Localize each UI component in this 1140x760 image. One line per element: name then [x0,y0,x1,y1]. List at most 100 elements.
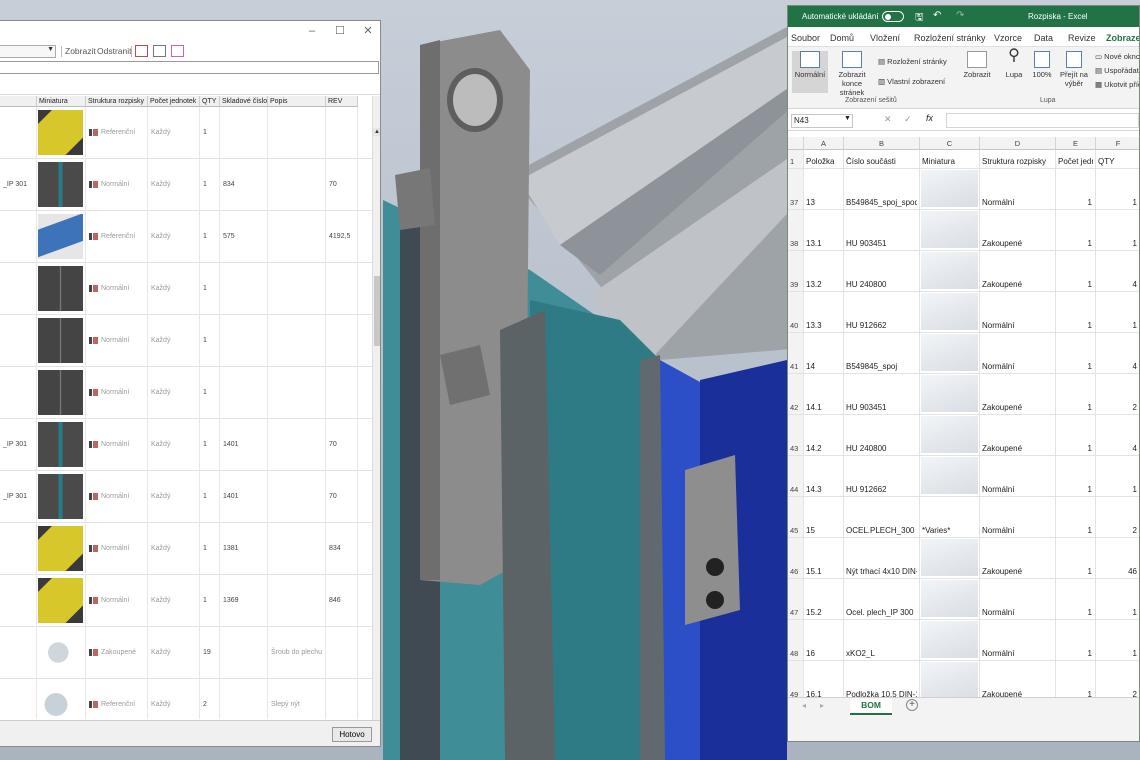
structure-cell[interactable]: Normální [86,159,148,211]
cell-a[interactable]: 13.1 [804,210,844,250]
tab-rozlozeni-stranky[interactable]: Rozložení stránky [914,33,986,43]
rev-cell[interactable]: 846 [326,575,358,627]
qty-cell[interactable]: 1 [200,575,220,627]
table-row[interactable]: Normální Každý 1 [0,315,376,367]
stock-cell[interactable]: 1369 [220,575,268,627]
column-header-f[interactable]: F [1096,137,1139,150]
units-cell[interactable]: Každý [148,107,200,159]
prev-sheet-icon[interactable]: ◂ [802,701,806,710]
cell-d[interactable]: Zakoupené [980,210,1056,250]
cell-c[interactable] [920,661,980,701]
desc-cell[interactable] [268,419,326,471]
table-icon[interactable] [153,45,166,57]
qty-cell[interactable]: 1 [200,211,220,263]
redo-icon[interactable]: ↷ [956,10,964,21]
cell-b[interactable]: Ocel. plech_IP 300 [844,579,920,619]
new-window-button[interactable]: ▭ Nové okno [1095,52,1139,61]
cell-c[interactable] [920,579,980,619]
part-name-cell[interactable] [0,679,37,719]
maximize-icon[interactable]: ☐ [332,24,348,38]
cell-b1[interactable]: Číslo součásti [844,150,920,168]
cell-f1[interactable]: QTY [1096,150,1139,168]
stock-cell[interactable] [220,263,268,315]
units-cell[interactable]: Každý [148,159,200,211]
rev-cell[interactable] [326,107,358,159]
structure-cell[interactable]: Normální [86,315,148,367]
cell-a[interactable]: 15.1 [804,538,844,578]
row-number[interactable]: 49 [788,661,804,701]
show-button[interactable]: Zobrazit [960,51,994,79]
cell-a[interactable]: 14.2 [804,415,844,455]
cell-e[interactable]: 1 [1056,169,1096,209]
grid-header-desc[interactable]: Popis [268,96,326,107]
cell-b[interactable]: HU 903451 [844,374,920,414]
rev-cell[interactable] [326,315,358,367]
row-number[interactable]: 44 [788,456,804,496]
cell-c[interactable] [920,374,980,414]
row-number[interactable]: 1 [788,150,804,168]
part-name-cell[interactable]: _IP 301 [0,159,37,211]
qty-cell[interactable]: 1 [200,523,220,575]
qty-cell[interactable]: 1 [200,159,220,211]
custom-view-button[interactable]: ▥ Vlastní zobrazení [878,77,945,86]
units-cell[interactable]: Každý [148,627,200,679]
tab-soubor[interactable]: Soubor [791,33,820,43]
normal-view-button[interactable]: Normální [792,51,828,93]
cell-b[interactable]: HU 912662 [844,456,920,496]
cell-a[interactable]: 16 [804,620,844,660]
cell-e[interactable]: 1 [1056,333,1096,373]
close-icon[interactable]: ✕ [360,24,376,38]
cell-f[interactable]: 1 [1096,456,1139,496]
cell-d[interactable]: Normální [980,497,1056,537]
row-number[interactable]: 47 [788,579,804,619]
cell-e[interactable]: 1 [1056,497,1096,537]
tab-revize[interactable]: Revize [1068,33,1096,43]
cell-e[interactable]: 1 [1056,661,1096,701]
qty-cell[interactable]: 1 [200,107,220,159]
cell-b[interactable]: B549845_spoj_spodni [844,169,920,209]
function-icon[interactable]: fx [926,113,933,123]
cell-d[interactable]: Zakoupené [980,661,1056,701]
rev-cell[interactable] [326,679,358,719]
zoom100-button[interactable]: 100% [1030,51,1054,79]
zobrazit-button[interactable]: Zobrazit [65,46,96,56]
cell-f[interactable]: 46 [1096,538,1139,578]
cell-e[interactable]: 1 [1056,210,1096,250]
cell-b[interactable]: Podložka 10,5 DIN-125 [844,661,920,701]
chevron-down-icon[interactable]: ▼ [844,115,851,122]
freeze-button[interactable]: ▦ Ukotvit příčky [1095,80,1139,89]
cell-e[interactable]: 1 [1056,620,1096,660]
cell-e1[interactable]: Počet jednotek [1056,150,1096,168]
units-cell[interactable]: Každý [148,523,200,575]
row-number[interactable]: 37 [788,169,804,209]
next-sheet-icon[interactable]: ▸ [820,701,824,710]
scroll-up-icon[interactable]: ▲ [373,128,380,136]
column-header-a[interactable]: A [804,137,844,150]
cell-e[interactable]: 1 [1056,415,1096,455]
export-icon[interactable] [135,45,148,57]
cell-a[interactable]: 14.3 [804,456,844,496]
row-number[interactable]: 38 [788,210,804,250]
cell-c[interactable] [920,251,980,291]
desc-cell[interactable] [268,575,326,627]
cell-c[interactable] [920,333,980,373]
grid-header-structure[interactable]: Struktura rozpisky [86,96,148,107]
zoom-selection-button[interactable]: Přejít na výběr [1058,51,1090,88]
table-row[interactable]: Normální Každý 1 [0,263,376,315]
table-row[interactable]: _IP 301 Normální Každý 1 1401 70 [0,471,376,523]
cell-d[interactable]: Zakoupené [980,251,1056,291]
cell-d[interactable]: Normální [980,169,1056,209]
cell-d[interactable]: Normální [980,292,1056,332]
row-number[interactable]: 40 [788,292,804,332]
cell-c[interactable] [920,456,980,496]
structure-cell[interactable]: Normální [86,471,148,523]
desc-cell[interactable] [268,315,326,367]
cell-f[interactable]: 2 [1096,661,1139,701]
cell-e[interactable]: 1 [1056,456,1096,496]
stock-cell[interactable] [220,679,268,719]
units-cell[interactable]: Každý [148,575,200,627]
units-cell[interactable]: Každý [148,471,200,523]
part-name-cell[interactable] [0,523,37,575]
stock-cell[interactable] [220,627,268,679]
grid-header-name[interactable] [0,96,37,107]
